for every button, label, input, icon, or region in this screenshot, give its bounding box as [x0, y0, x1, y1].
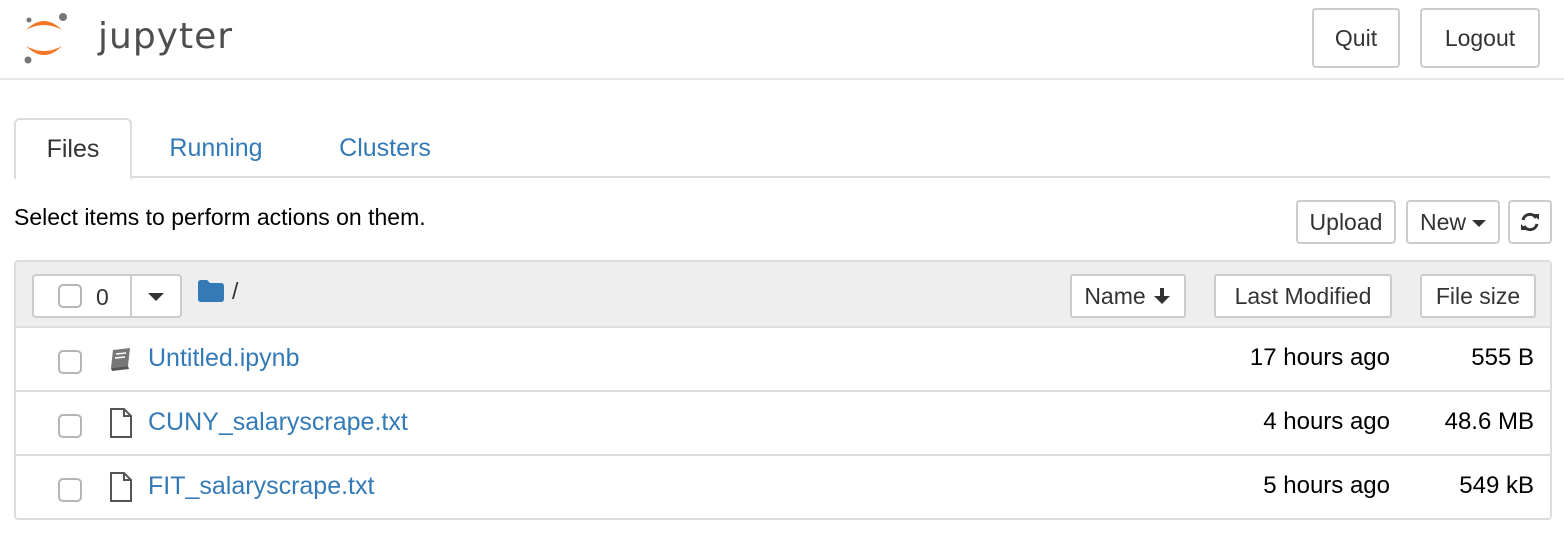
file-row[interactable]: FIT_salaryscrape.txt 5 hours ago 549 kB	[16, 456, 1550, 520]
tab-clusters[interactable]: Clusters	[320, 118, 450, 178]
file-size: 549 kB	[1459, 472, 1534, 499]
notebook-icon	[111, 348, 130, 371]
divider	[130, 276, 132, 316]
file-list-header: 0 / Name Last Modified File size	[16, 262, 1550, 328]
tab-bar: Files Running Clusters	[14, 118, 1550, 180]
select-all-checkbox[interactable]	[58, 284, 82, 308]
file-row[interactable]: CUNY_salaryscrape.txt 4 hours ago 48.6 M…	[16, 392, 1550, 456]
file-modified: 17 hours ago	[1249, 344, 1390, 371]
row-checkbox[interactable]	[58, 478, 82, 502]
sort-name-label: Name	[1084, 282, 1146, 309]
jupyter-logo[interactable]: jupyter	[20, 8, 240, 70]
new-label: New	[1419, 208, 1466, 235]
upload-button[interactable]: Upload	[1296, 200, 1396, 244]
sort-name-button[interactable]: Name	[1070, 274, 1186, 318]
sort-size-button[interactable]: File size	[1420, 274, 1536, 318]
selection-hint: Select items to perform actions on them.	[14, 204, 426, 230]
folder-icon[interactable]	[198, 280, 224, 302]
file-icon	[110, 408, 132, 438]
row-checkbox[interactable]	[58, 414, 82, 438]
tab-running[interactable]: Running	[154, 118, 278, 178]
tab-files[interactable]: Files	[14, 118, 132, 180]
file-size: 555 B	[1471, 344, 1534, 371]
file-modified: 4 hours ago	[1263, 408, 1390, 435]
refresh-icon	[1521, 212, 1539, 232]
file-row[interactable]: Untitled.ipynb 17 hours ago 555 B	[16, 328, 1550, 392]
select-menu-caret-icon[interactable]	[148, 293, 164, 301]
sort-modified-button[interactable]: Last Modified	[1214, 274, 1392, 318]
caret-down-icon	[1472, 220, 1486, 227]
jupyter-logo-icon	[24, 13, 67, 64]
file-size: 48.6 MB	[1444, 408, 1534, 435]
header: jupyter Quit Logout	[0, 0, 1564, 80]
select-all-control[interactable]: 0	[32, 274, 182, 318]
file-name-link[interactable]: CUNY_salaryscrape.txt	[148, 408, 408, 437]
new-dropdown-button[interactable]: New	[1406, 200, 1500, 244]
file-list: 0 / Name Last Modified File size Untitle…	[14, 260, 1552, 520]
arrow-down-icon	[1153, 288, 1170, 304]
refresh-button[interactable]	[1508, 200, 1552, 244]
file-modified: 5 hours ago	[1263, 472, 1390, 499]
file-name-link[interactable]: Untitled.ipynb	[148, 344, 299, 373]
file-icon	[110, 472, 132, 502]
file-name-link[interactable]: FIT_salaryscrape.txt	[148, 472, 374, 501]
selected-count: 0	[96, 284, 109, 310]
logout-button[interactable]: Logout	[1420, 8, 1540, 68]
logo-text: jupyter	[98, 16, 234, 57]
breadcrumb-root[interactable]: /	[232, 278, 238, 305]
row-checkbox[interactable]	[58, 350, 82, 374]
quit-button[interactable]: Quit	[1312, 8, 1400, 68]
